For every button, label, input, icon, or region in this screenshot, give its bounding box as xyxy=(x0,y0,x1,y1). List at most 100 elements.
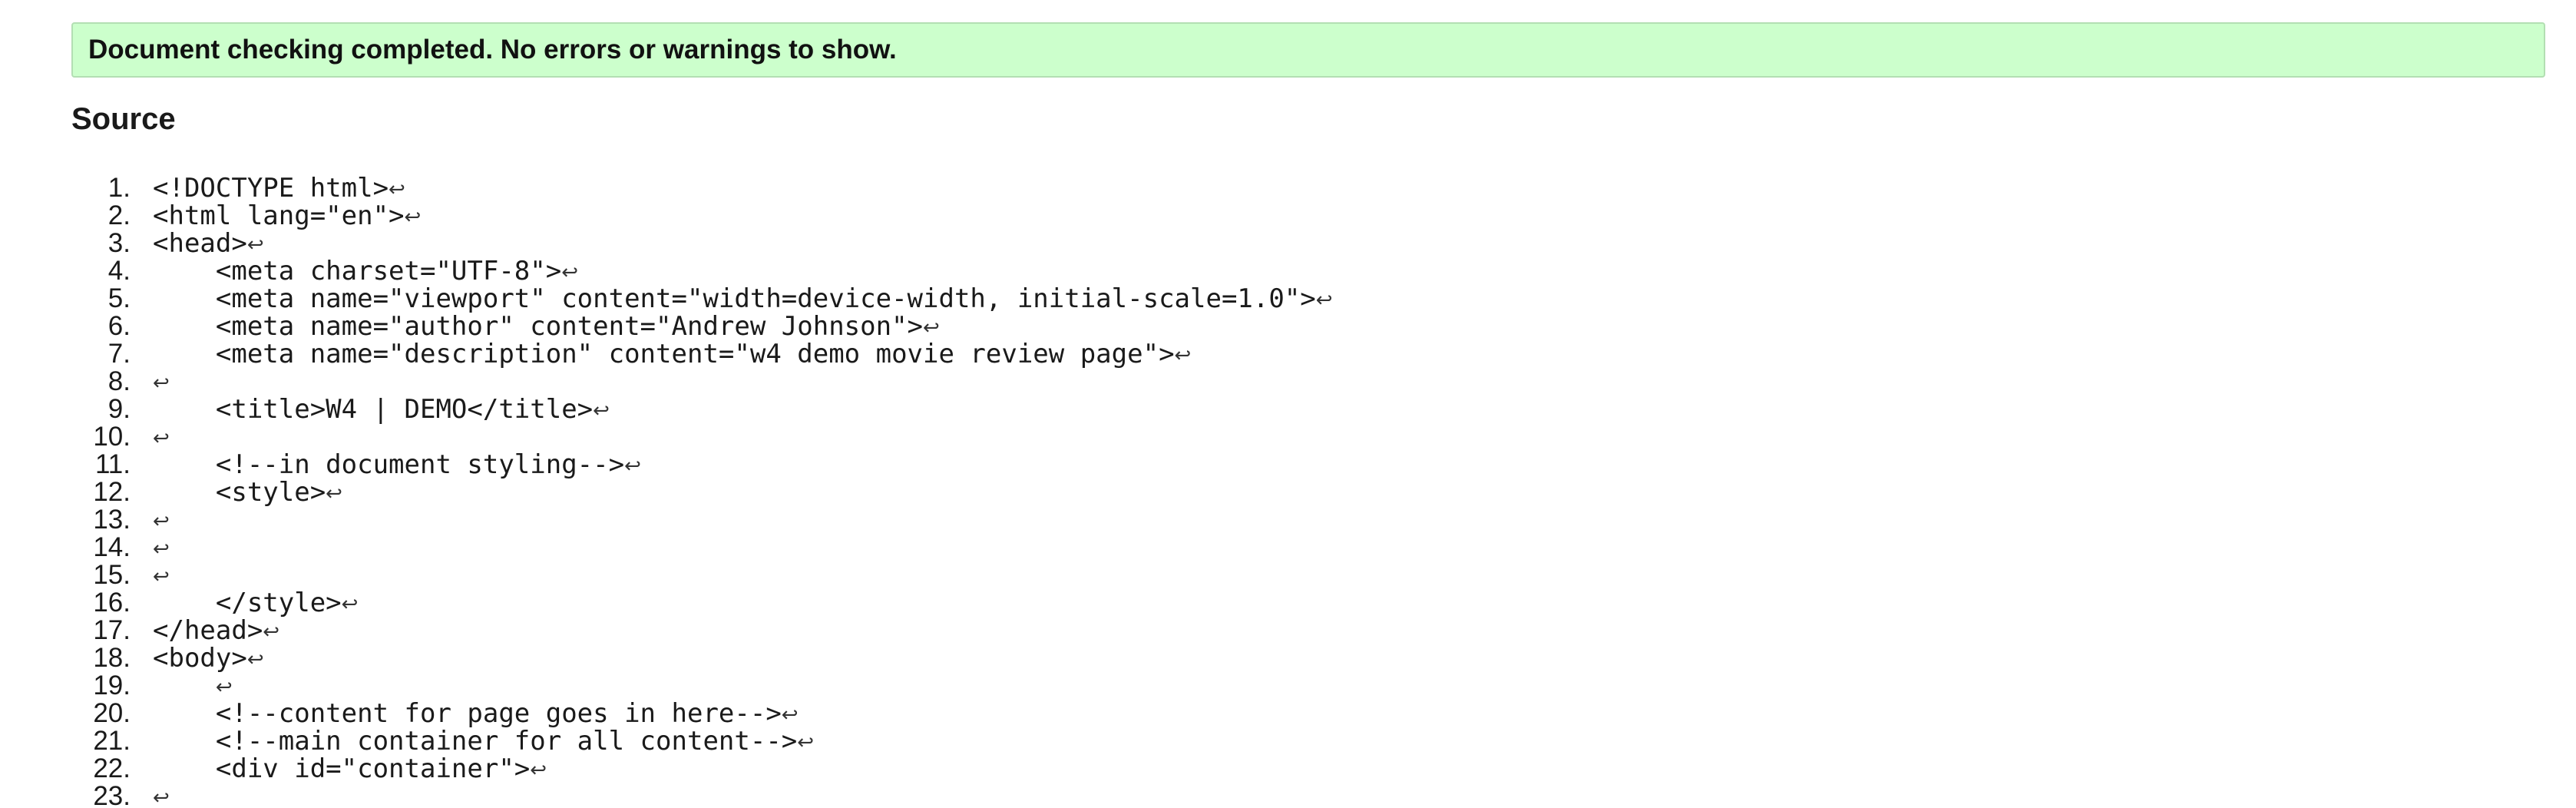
return-arrow-icon: ↩ xyxy=(781,704,799,727)
line-code: <!--content for page goes in here-->↩ xyxy=(153,700,799,729)
source-line: 2. <html lang="en">↩ xyxy=(0,202,2576,230)
line-code-text: <meta charset="UTF-8"> xyxy=(153,256,562,286)
line-number: 22. xyxy=(93,753,131,783)
line-code-text: <!DOCTYPE html> xyxy=(153,173,389,204)
line-number: 9. xyxy=(107,394,131,424)
return-arrow-icon: ↩ xyxy=(153,565,170,588)
line-number: 3. xyxy=(107,228,131,258)
return-arrow-icon: ↩ xyxy=(246,233,264,257)
line-code: <body>↩ xyxy=(153,644,264,674)
line-number: 2. xyxy=(107,200,131,230)
line-code: ↩ xyxy=(153,534,170,563)
line-number: 23. xyxy=(93,781,131,808)
line-number: 13. xyxy=(93,505,131,535)
status-message: Document checking completed. No errors o… xyxy=(88,35,897,65)
source-line: 14. ↩ xyxy=(0,534,2576,561)
line-number: 15. xyxy=(93,560,131,590)
source-line: 5. <meta name="viewport" content="width=… xyxy=(0,285,2576,313)
return-arrow-icon: ↩ xyxy=(153,786,170,808)
line-number: 11. xyxy=(94,449,131,479)
return-arrow-icon: ↩ xyxy=(153,510,170,533)
source-line: 1. <!DOCTYPE html>↩ xyxy=(0,173,2576,204)
source-line: 18. <body>↩ xyxy=(0,644,2576,674)
line-code: <head>↩ xyxy=(153,230,264,259)
source-line: 22. <div id="container">↩ xyxy=(0,755,2576,783)
return-arrow-icon: ↩ xyxy=(593,399,610,422)
line-code: <!DOCTYPE html>↩ xyxy=(153,174,405,204)
return-arrow-icon: ↩ xyxy=(246,648,264,671)
line-code: ↩ xyxy=(153,368,170,397)
source-line: 15. ↩ xyxy=(0,561,2576,589)
return-arrow-icon: ↩ xyxy=(624,455,641,478)
status-banner: Document checking completed. No errors o… xyxy=(71,22,2545,78)
return-arrow-icon: ↩ xyxy=(1174,344,1192,367)
line-code-text: </style> xyxy=(153,588,342,618)
line-code-text: <div id="container"> xyxy=(153,753,531,784)
line-number: 17. xyxy=(93,615,131,645)
line-code-text: <html lang="en"> xyxy=(153,200,405,231)
line-code-text: <!--main container for all content--> xyxy=(153,726,798,757)
source-line: 8. ↩ xyxy=(0,368,2576,396)
line-code: ↩ xyxy=(153,423,170,452)
return-arrow-icon: ↩ xyxy=(561,261,579,284)
line-number: 4. xyxy=(107,256,131,286)
line-code-text: <meta name="viewport" content="width=dev… xyxy=(153,283,1316,314)
line-code: <meta name="description" content="w4 dem… xyxy=(153,340,1191,369)
line-number: 21. xyxy=(93,726,131,756)
return-arrow-icon: ↩ xyxy=(389,178,405,201)
return-arrow-icon: ↩ xyxy=(341,593,359,616)
line-code-text: <style> xyxy=(153,477,326,508)
source-line: 20. <!--content for page goes in here-->… xyxy=(0,700,2576,729)
return-arrow-icon: ↩ xyxy=(326,482,342,505)
return-arrow-icon: ↩ xyxy=(153,372,170,395)
line-number: 16. xyxy=(93,588,131,618)
line-code: ↩ xyxy=(153,783,170,808)
source-line: 23. ↩ xyxy=(0,783,2576,808)
line-code: <title>W4 | DEMO</title>↩ xyxy=(153,396,610,425)
source-line: 10. ↩ xyxy=(0,423,2576,451)
line-code: <meta charset="UTF-8">↩ xyxy=(153,257,578,286)
line-code-text: <!--in document styling--> xyxy=(153,449,625,480)
line-number: 5. xyxy=(107,283,131,313)
line-number: 8. xyxy=(107,366,131,396)
source-line: 17. </head>↩ xyxy=(0,615,2576,646)
return-arrow-icon: ↩ xyxy=(797,731,815,754)
line-code: <style>↩ xyxy=(153,479,342,508)
return-arrow-icon: ↩ xyxy=(530,759,547,782)
line-code: ↩ xyxy=(153,672,233,701)
line-number: 12. xyxy=(93,477,131,507)
source-listing: 1. <!DOCTYPE html>↩ 2. <html lang="en">↩ 3. <… xyxy=(0,174,2576,808)
return-arrow-icon: ↩ xyxy=(153,538,170,561)
line-code-text xyxy=(153,671,216,701)
source-line: 12. <style>↩ xyxy=(0,477,2576,508)
line-code: <!--main container for all content-->↩ xyxy=(153,727,814,757)
line-number: 14. xyxy=(93,532,131,562)
source-line: 6. <meta name="author" content="Andrew J… xyxy=(0,311,2576,341)
line-number: 1. xyxy=(107,173,131,203)
line-code: <!--in document styling-->↩ xyxy=(153,451,641,480)
return-arrow-icon: ↩ xyxy=(215,676,233,699)
line-code-text: <title>W4 | DEMO</title> xyxy=(153,394,594,425)
return-arrow-icon: ↩ xyxy=(404,206,422,229)
line-code-text: <!--content for page goes in here--> xyxy=(153,698,782,729)
source-line: 3. <head>↩ xyxy=(0,228,2576,259)
line-code: <meta name="viewport" content="width=dev… xyxy=(153,285,1333,314)
source-line: 4. <meta charset="UTF-8">↩ xyxy=(0,256,2576,286)
source-line: 21. <!--main container for all content--… xyxy=(0,726,2576,757)
line-number: 10. xyxy=(93,422,131,452)
source-line: 19. ↩ xyxy=(0,672,2576,700)
return-arrow-icon: ↩ xyxy=(1315,289,1333,312)
return-arrow-icon: ↩ xyxy=(153,427,170,450)
source-line: 13. ↩ xyxy=(0,506,2576,534)
line-code-text: <body> xyxy=(153,643,247,674)
return-arrow-icon: ↩ xyxy=(263,621,280,644)
line-number: 7. xyxy=(107,339,131,369)
line-code: ↩ xyxy=(153,506,170,535)
source-heading: Source xyxy=(71,102,176,136)
source-line: 11. <!--in document styling-->↩ xyxy=(0,451,2576,479)
line-number: 6. xyxy=(107,311,131,341)
line-code: ↩ xyxy=(153,561,170,591)
line-code-text: <head> xyxy=(153,228,247,259)
line-code: </head>↩ xyxy=(153,617,279,646)
line-code-text: <meta name="description" content="w4 dem… xyxy=(153,339,1175,369)
